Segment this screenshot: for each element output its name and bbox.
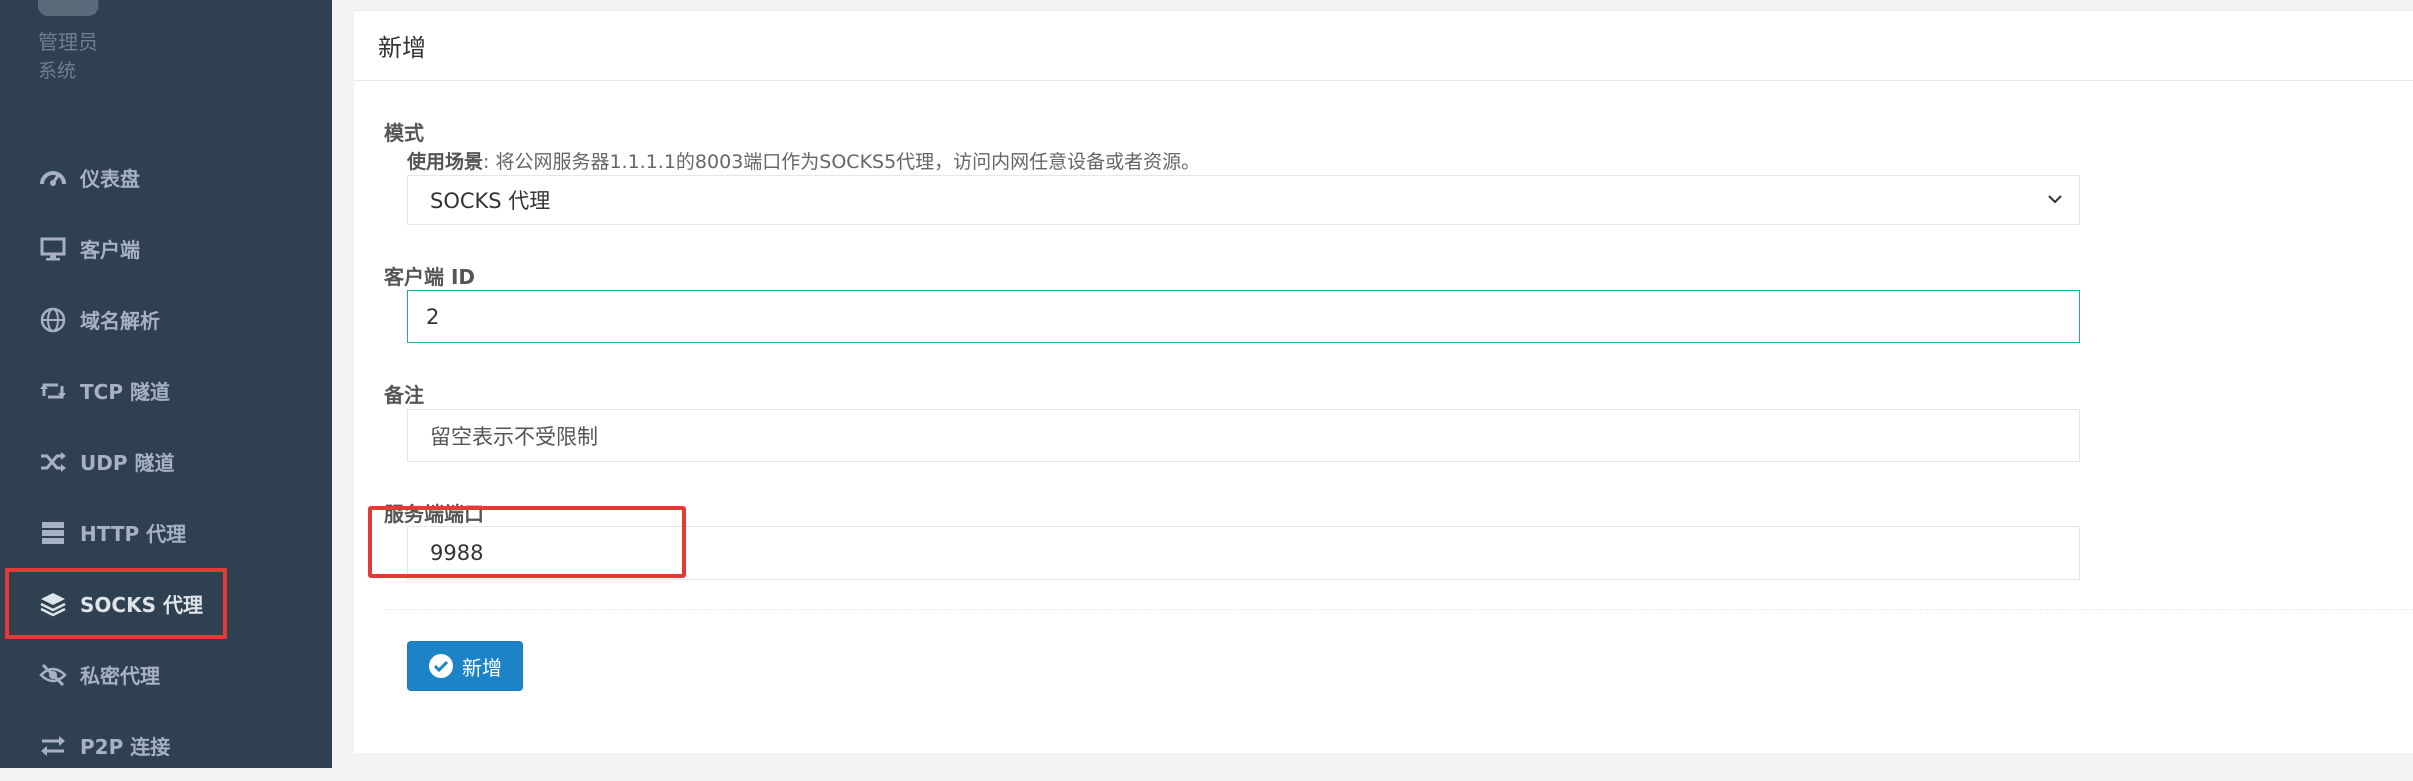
layers-icon (38, 589, 68, 619)
sidebar-item-label: 仪表盘 (80, 167, 140, 191)
sidebar-item-clients[interactable]: 客户端 (0, 213, 332, 284)
sidebar-item-domain[interactable]: 域名解析 (0, 284, 332, 355)
mode-select-value: SOCKS 代理 (430, 189, 551, 213)
client-id-input[interactable]: 2 (407, 290, 2080, 343)
usage-hint: 使用场景: 将公网服务器1.1.1.1的8003端口作为SOCKS5代理，访问内… (407, 147, 1200, 174)
sidebar-item-udp[interactable]: UDP 隧道 (0, 426, 332, 497)
sidebar-item-p2p[interactable]: P2P 连接 (0, 710, 332, 781)
submit-button-label: 新增 (462, 655, 502, 680)
dashboard-icon (38, 163, 68, 193)
sidebar: ⚙ 管理员 系统 仪表盘 客户端 域名解析 TCP 隧道 UDP 隧道 HTTP… (0, 0, 332, 768)
random-icon (38, 447, 68, 477)
sidebar-item-label: 私密代理 (80, 664, 160, 688)
submit-button[interactable]: 新增 (407, 641, 523, 691)
sidebar-item-tcp[interactable]: TCP 隧道 (0, 355, 332, 426)
sidebar-item-dashboard[interactable]: 仪表盘 (0, 142, 332, 213)
eye-slash-icon (38, 660, 68, 690)
usage-hint-bold: 使用场景 (407, 151, 484, 173)
sidebar-item-label: P2P 连接 (80, 735, 171, 759)
annotation-highlight-box (368, 506, 686, 578)
divider (384, 609, 2413, 610)
remark-placeholder: 留空表示不受限制 (430, 424, 598, 449)
check-circle-icon (429, 654, 453, 678)
sidebar-item-label: UDP 隧道 (80, 451, 175, 475)
usage-hint-text: : 将公网服务器1.1.1.1的8003端口作为SOCKS5代理，访问内网任意设… (483, 151, 1201, 173)
mode-label: 模式 (384, 121, 424, 145)
mode-select[interactable]: SOCKS 代理 (407, 175, 2080, 225)
sidebar-item-label: TCP 隧道 (80, 380, 170, 404)
desktop-icon (38, 234, 68, 264)
profile-role: 系统 (38, 60, 77, 82)
server-icon (38, 518, 68, 548)
client-id-label: 客户端 ID (384, 265, 476, 289)
page-title: 新增 (354, 11, 2413, 81)
form-panel: 新增 模式 使用场景: 将公网服务器1.1.1.1的8003端口作为SOCKS5… (354, 10, 2413, 753)
sidebar-item-http[interactable]: HTTP 代理 (0, 497, 332, 568)
sidebar-nav: 仪表盘 客户端 域名解析 TCP 隧道 UDP 隧道 HTTP 代理 SOCKS… (0, 142, 332, 781)
client-id-value: 2 (426, 304, 440, 329)
sidebar-item-label: HTTP 代理 (80, 522, 187, 546)
chevron-down-icon (2048, 195, 2062, 204)
gear-icon: ⚙ (78, 0, 102, 22)
remark-input[interactable]: 留空表示不受限制 (407, 409, 2080, 462)
sidebar-item-label: SOCKS 代理 (80, 593, 203, 617)
sidebar-item-socks[interactable]: SOCKS 代理 (5, 568, 227, 639)
sidebar-item-label: 客户端 (80, 238, 140, 262)
globe-icon (38, 305, 68, 335)
sidebar-item-private[interactable]: 私密代理 (0, 639, 332, 710)
remark-label: 备注 (384, 383, 424, 407)
profile-name: 管理员 (38, 30, 98, 54)
retweet-icon (38, 376, 68, 406)
sidebar-item-label: 域名解析 (80, 309, 160, 333)
exchange-icon (38, 731, 68, 761)
